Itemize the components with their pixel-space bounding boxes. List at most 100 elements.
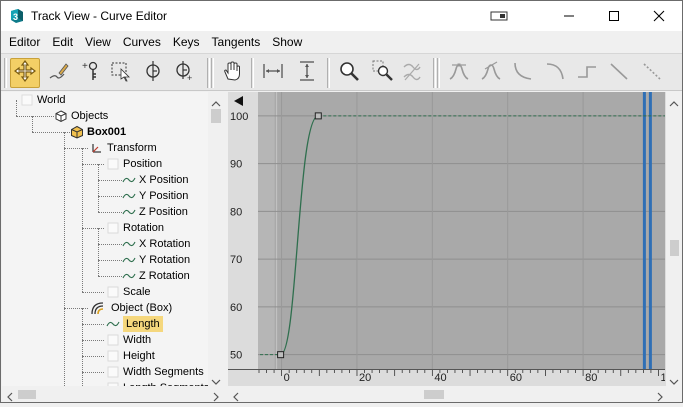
x-tick-label: 40 [434, 372, 446, 384]
graph-vertical-scrollbar[interactable] [665, 92, 682, 386]
tree-item[interactable]: Z Position [122, 204, 188, 220]
tree-item[interactable]: Y Position [122, 188, 188, 204]
tangent-spline-button[interactable] [476, 58, 506, 88]
tree-connector-line [64, 308, 88, 309]
tangent-smooth-button[interactable] [637, 58, 667, 88]
toolbar-separator [211, 58, 214, 88]
curve-key[interactable] [314, 112, 322, 120]
close-button[interactable] [636, 1, 682, 31]
app-icon: 3 [9, 8, 25, 24]
maximize-button[interactable] [591, 1, 637, 31]
pan-button[interactable] [217, 58, 247, 88]
tangent-linear-button[interactable] [604, 58, 634, 88]
zoom-button[interactable] [334, 58, 364, 88]
scroll-right-icon [656, 389, 664, 407]
move-keys-button[interactable] [10, 58, 40, 88]
toolbar-separator [207, 58, 210, 88]
menu-view[interactable]: View [79, 32, 117, 52]
menu-show[interactable]: Show [266, 32, 308, 52]
restore-layout-button[interactable] [476, 1, 522, 31]
tree-scroll-thumb[interactable] [211, 109, 221, 123]
retime-icon [141, 59, 165, 88]
tree-connector-line [64, 148, 88, 149]
tree-item-label: Width [123, 334, 152, 346]
move-keys-icon [13, 59, 37, 88]
graph-horizontal-scrollbar[interactable] [228, 386, 682, 402]
tree-item[interactable]: X Position [122, 172, 189, 188]
tree-item[interactable]: Transform [90, 140, 157, 156]
tangent-step-icon [575, 59, 599, 88]
tree-connector-line [82, 340, 104, 341]
tangent-fast-button[interactable] [508, 58, 538, 88]
isolate-curve-button[interactable] [397, 58, 427, 88]
curve-graph-canvas[interactable]: 1009080706050100908070605002040608010 [228, 92, 673, 386]
scroll-up-icon [669, 95, 679, 113]
graph-hscroll-thumb[interactable] [424, 390, 444, 399]
minimize-button[interactable] [546, 1, 592, 31]
tree-item-label: Length [123, 316, 163, 332]
tree-item[interactable]: Rotation [106, 220, 164, 236]
menu-tangents[interactable]: Tangents [206, 32, 267, 52]
curve-icon [122, 189, 136, 203]
zoom-region-button[interactable] [368, 58, 398, 88]
retime-all-button[interactable]: + [169, 58, 199, 88]
tree-item-label: Position [123, 158, 163, 170]
tree-item-label: X Rotation [139, 238, 191, 250]
menu-editor[interactable]: Editor [3, 32, 46, 52]
maximize-icon [608, 10, 620, 22]
tree-item[interactable]: Position [106, 156, 162, 172]
frame-horizontal-button[interactable] [258, 58, 288, 88]
tree-connector-line [98, 260, 122, 261]
tree-item[interactable]: Objects [54, 108, 108, 124]
draw-curves-button[interactable] [44, 58, 74, 88]
curve-graph[interactable]: 1009080706050100908070605002040608010 [228, 92, 673, 386]
tree-item[interactable]: Width Segments [106, 364, 204, 380]
tangent-linear-icon [607, 59, 631, 88]
tree-item[interactable]: Object (Box) [90, 300, 172, 316]
tangent-slow-button[interactable] [540, 58, 570, 88]
curve-icon [106, 317, 120, 331]
tree-connector-line [32, 132, 72, 133]
tree-item[interactable]: Height [106, 348, 155, 364]
tree-item[interactable]: Box001 [70, 124, 126, 140]
region-select-icon [109, 59, 133, 88]
tree-connector-line [98, 228, 99, 276]
tree-item-label: Box001 [87, 126, 127, 138]
tree-item[interactable]: Width [106, 332, 151, 348]
out-of-range-shade [258, 92, 275, 369]
toolbar-separator [251, 58, 254, 88]
tree-item[interactable]: World [20, 92, 66, 108]
tree-hscroll-thumb[interactable] [18, 390, 36, 399]
title-bar: 3 Track View - Curve Editor [1, 1, 682, 31]
toolbar-separator [437, 58, 440, 88]
tree-connector-line [98, 212, 122, 213]
tree-connector-line [82, 324, 104, 325]
region-select-button[interactable] [106, 58, 136, 88]
add-keys-button[interactable]: + [76, 58, 106, 88]
window-layout-icon [490, 10, 508, 22]
tree-item[interactable]: Scale [106, 284, 151, 300]
tree-connector-line [82, 372, 104, 373]
tree-item[interactable]: Length [106, 316, 163, 332]
track-icon [106, 365, 120, 379]
curve-key[interactable] [277, 351, 285, 359]
tree-vertical-scrollbar[interactable] [208, 92, 224, 386]
tree-item[interactable]: X Rotation [122, 236, 190, 252]
menu-edit[interactable]: Edit [46, 32, 79, 52]
menu-keys[interactable]: Keys [167, 32, 206, 52]
tangent-step-button[interactable] [572, 58, 602, 88]
tree-connector-line [82, 292, 104, 293]
tangent-auto-button[interactable] [444, 58, 474, 88]
frame-value-button[interactable] [292, 58, 322, 88]
graph-scroll-thumb[interactable] [670, 240, 679, 256]
tree-connector-line [16, 116, 54, 117]
tree-item[interactable]: Z Rotation [122, 268, 190, 284]
retime-button[interactable] [138, 58, 168, 88]
tree-item-label: Objects [71, 110, 109, 122]
tree-item[interactable]: Y Rotation [122, 252, 190, 268]
tree-horizontal-scrollbar[interactable] [2, 386, 224, 402]
menu-curves[interactable]: Curves [117, 32, 167, 52]
curve-icon [122, 205, 136, 219]
tree-item-label: X Position [139, 174, 189, 186]
curve-icon [122, 237, 136, 251]
